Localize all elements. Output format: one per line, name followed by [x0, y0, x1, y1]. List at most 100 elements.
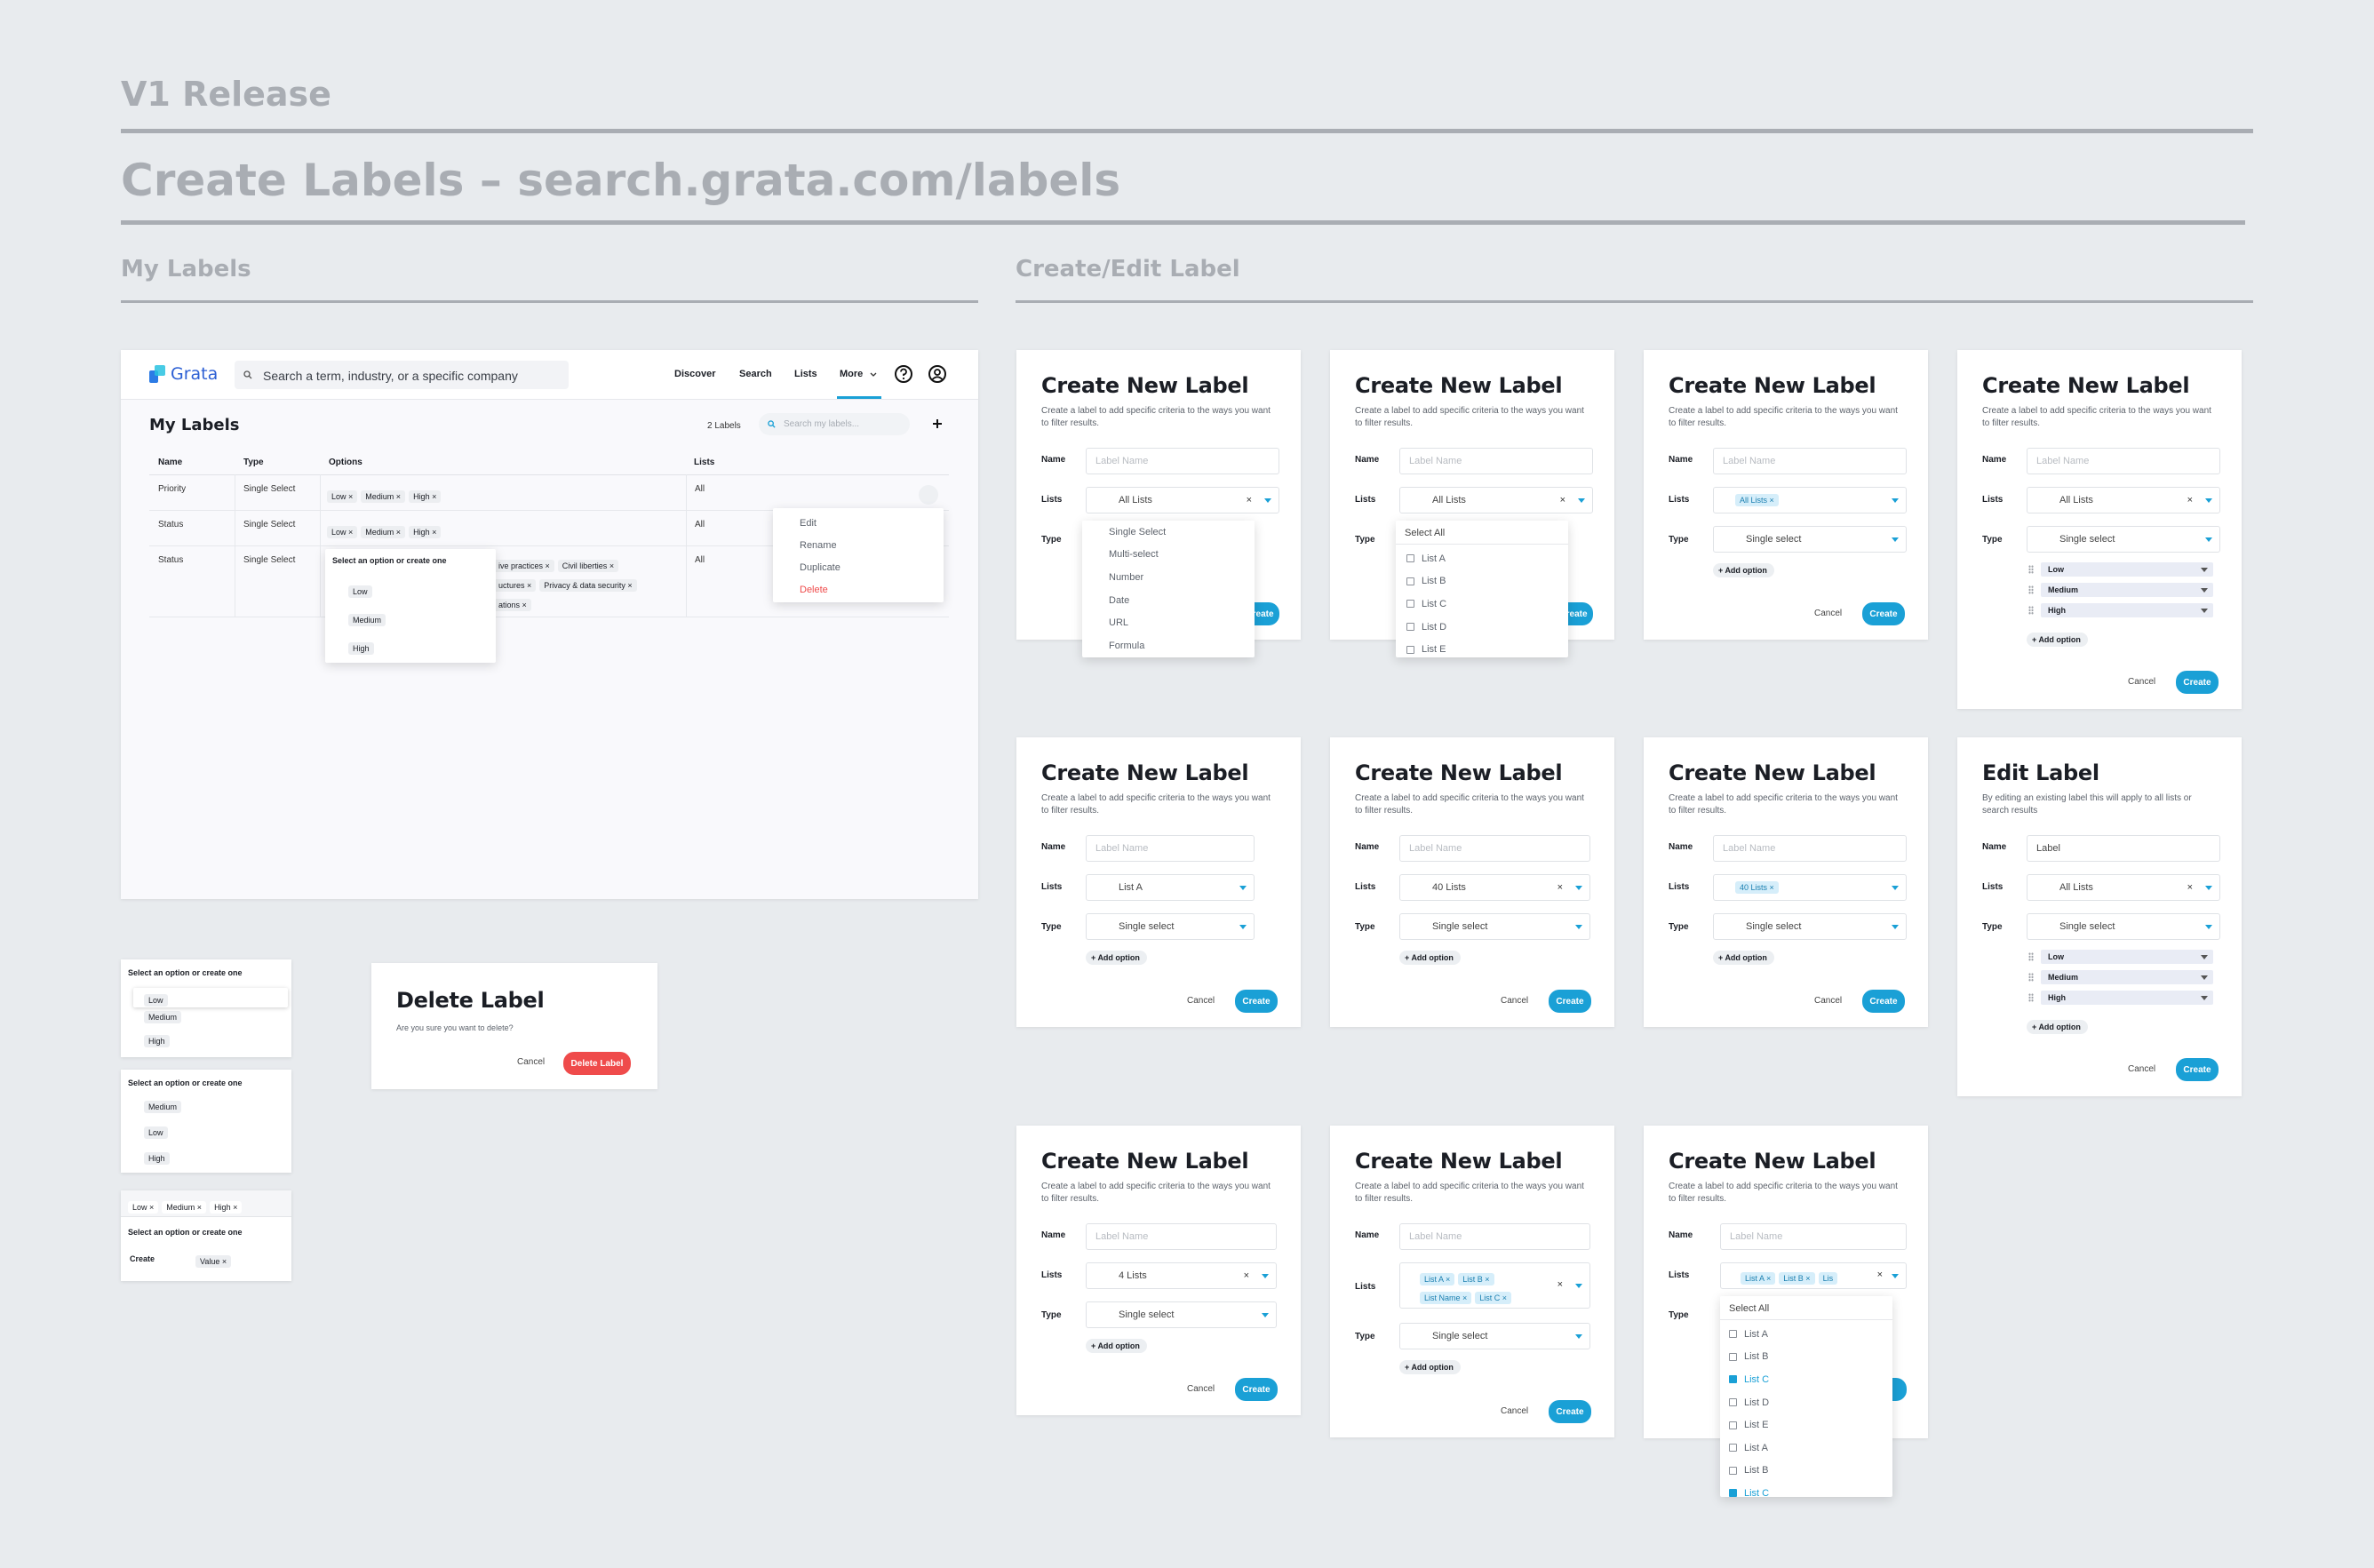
lists-select[interactable]: 40 Lists × — [1713, 874, 1907, 901]
user-icon[interactable] — [928, 364, 947, 384]
add-option-button[interactable]: + Add option — [1399, 951, 1461, 965]
list-chip[interactable]: List C × — [1475, 1292, 1512, 1304]
create-button[interactable]: Create — [1862, 990, 1905, 1013]
close-icon[interactable]: × — [1875, 1270, 1884, 1280]
plus-icon[interactable] — [929, 416, 945, 432]
checkbox-icon[interactable] — [1729, 1489, 1737, 1497]
menu-delete[interactable]: Delete — [800, 578, 944, 601]
select-all-option[interactable]: Select All — [1405, 528, 1445, 538]
drag-handle-icon[interactable] — [2028, 585, 2034, 594]
option-tag[interactable]: Civil liberties × — [557, 560, 619, 572]
list-chip[interactable]: List Name × — [1420, 1292, 1472, 1304]
checkbox-icon[interactable] — [1406, 645, 1414, 654]
name-input[interactable]: Label Name — [1713, 835, 1907, 862]
name-input[interactable]: Label Name — [1399, 448, 1593, 474]
save-button[interactable]: Create — [2176, 1058, 2219, 1081]
lists-select[interactable]: All Lists × — [1086, 487, 1279, 513]
type-option[interactable]: Single Select — [1109, 521, 1255, 544]
add-option-button[interactable]: + Add option — [2027, 633, 2088, 647]
name-input[interactable]: Label Name — [1399, 835, 1590, 862]
option-tag[interactable]: Medium × — [361, 490, 406, 503]
checkbox-icon[interactable] — [1729, 1398, 1737, 1407]
help-icon[interactable] — [894, 364, 913, 384]
type-select[interactable]: Single select — [1713, 913, 1907, 940]
close-icon[interactable]: × — [1557, 1279, 1563, 1290]
checkbox-icon[interactable] — [1729, 1466, 1737, 1475]
lists-select[interactable]: All Lists × — [1713, 487, 1907, 513]
name-input[interactable]: Label Name — [1086, 1223, 1277, 1250]
option-tag[interactable]: ive practices × — [494, 560, 554, 572]
cancel-button[interactable]: Cancel — [1501, 996, 1528, 1006]
checkbox-icon[interactable] — [1729, 1421, 1737, 1429]
lists-select[interactable]: List A × List B × Lis × — [1720, 1262, 1907, 1289]
nav-discover[interactable]: Discover — [674, 369, 715, 379]
list-chip[interactable]: List B × — [1458, 1273, 1494, 1285]
close-icon[interactable]: × — [2187, 882, 2193, 893]
option-tag[interactable]: High — [144, 1152, 170, 1165]
checkbox-icon[interactable] — [1406, 554, 1414, 563]
option-tag[interactable]: ations × — [494, 599, 531, 611]
nav-more[interactable]: More — [840, 369, 863, 379]
add-option-button[interactable]: + Add option — [1713, 951, 1774, 965]
row-actions-button[interactable] — [919, 485, 938, 505]
name-input[interactable]: Label Name — [1086, 835, 1255, 862]
cancel-button[interactable]: Cancel — [1814, 996, 1842, 1006]
delete-button[interactable]: Delete Label — [563, 1052, 631, 1075]
type-option[interactable]: Formula — [1109, 634, 1255, 657]
list-chip[interactable]: All Lists × — [1735, 494, 1779, 506]
list-option[interactable]: List C — [1406, 593, 1566, 616]
option-tag[interactable]: High × — [409, 490, 442, 503]
menu-edit[interactable]: Edit — [800, 512, 944, 534]
option-tag[interactable]: Medium — [144, 1101, 182, 1113]
create-button[interactable]: Create — [1549, 1400, 1591, 1423]
name-input[interactable]: Label Name — [1086, 448, 1279, 474]
list-option[interactable]: List B — [1406, 570, 1566, 593]
select-all-option[interactable]: Select All — [1729, 1303, 1769, 1314]
type-option[interactable]: Date — [1109, 589, 1255, 612]
checkbox-icon[interactable] — [1729, 1444, 1737, 1453]
add-option-button[interactable]: + Add option — [1086, 1339, 1147, 1353]
list-option[interactable]: List A — [1729, 1323, 1889, 1346]
checkbox-icon[interactable] — [1729, 1330, 1737, 1339]
checkbox-icon[interactable] — [1729, 1375, 1737, 1384]
checkbox-icon[interactable] — [1406, 600, 1414, 609]
nav-search[interactable]: Search — [739, 369, 772, 379]
type-select[interactable]: Single select — [1399, 1323, 1590, 1349]
lists-select[interactable]: All Lists × — [2027, 487, 2220, 513]
name-input[interactable]: Label Name — [1720, 1223, 1907, 1250]
create-button[interactable]: Create — [1862, 602, 1905, 625]
list-option[interactable]: List C — [1729, 1482, 1889, 1497]
type-option[interactable]: Number — [1109, 566, 1255, 589]
type-select[interactable]: Single select — [1086, 1301, 1277, 1328]
option-tag[interactable]: Low × — [327, 490, 358, 503]
cancel-button[interactable]: Cancel — [517, 1057, 545, 1067]
add-option-button[interactable]: + Add option — [1086, 951, 1147, 965]
option-tag[interactable]: Low — [348, 585, 372, 598]
option-row[interactable]: Medium — [2041, 583, 2213, 597]
drag-handle-icon[interactable] — [2028, 606, 2034, 615]
lists-select[interactable]: 4 Lists × — [1086, 1262, 1277, 1289]
drag-handle-icon[interactable] — [2028, 993, 2034, 1002]
list-option[interactable]: List B — [1729, 1346, 1889, 1369]
cancel-button[interactable]: Cancel — [2128, 677, 2155, 687]
list-option[interactable]: List D — [1729, 1391, 1889, 1414]
checkbox-icon[interactable] — [1406, 623, 1414, 632]
option-row[interactable]: High — [2041, 991, 2213, 1005]
option-tag[interactable]: High × — [210, 1201, 243, 1214]
create-button[interactable]: Create — [1235, 1378, 1278, 1401]
filter-labels-input[interactable]: Search my labels... — [759, 413, 910, 435]
create-button[interactable]: Create — [1235, 990, 1278, 1013]
cancel-button[interactable]: Cancel — [2128, 1064, 2155, 1074]
nav-lists[interactable]: Lists — [794, 369, 817, 379]
list-chip[interactable]: Lis — [1818, 1272, 1838, 1285]
close-icon[interactable]: × — [1557, 882, 1563, 893]
option-tag[interactable]: uctures × — [494, 579, 537, 592]
close-icon[interactable]: × — [2187, 495, 2193, 505]
option-tag[interactable]: High — [348, 642, 374, 655]
drag-handle-icon[interactable] — [2028, 973, 2034, 982]
type-option[interactable]: URL — [1109, 611, 1255, 634]
add-option-button[interactable]: + Add option — [1713, 563, 1774, 577]
global-search-input[interactable]: Search a term, industry, or a specific c… — [235, 361, 569, 389]
option-row[interactable]: Low — [2041, 950, 2213, 964]
name-input[interactable]: Label — [2027, 835, 2220, 862]
